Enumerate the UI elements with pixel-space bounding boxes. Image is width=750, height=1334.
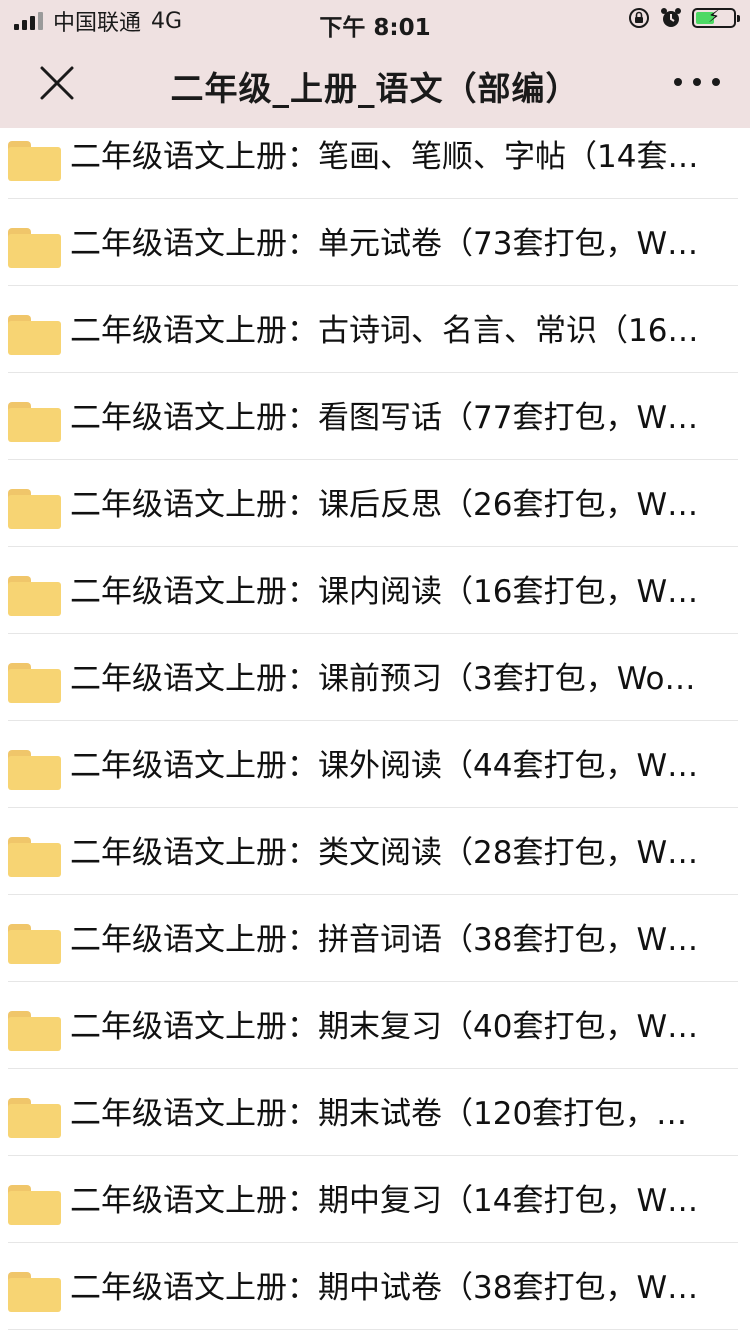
folder-name: 二年级语文上册：期中试卷（38套打包，W…: [70, 1270, 699, 1306]
folder-icon: [8, 141, 61, 181]
folder-icon: [8, 228, 61, 268]
folder-row[interactable]: 二年级语文上册：类文阅读（28套打包，W…: [8, 808, 738, 895]
folder-row[interactable]: 二年级语文上册：期中试卷（38套打包，W…: [8, 1243, 738, 1330]
folder-row[interactable]: 二年级语文上册：期中复习（14套打包，W…: [8, 1156, 738, 1243]
folder-row[interactable]: 二年级语文上册：看图写话（77套打包，W…: [8, 373, 738, 460]
folder-row[interactable]: 二年级语文上册：单元试卷（73套打包，W…: [8, 199, 738, 286]
folder-list: 二年级语文上册：笔画、笔顺、字帖（14套… 二年级语文上册：单元试卷（73套打包…: [0, 112, 750, 1330]
folder-icon: [8, 1011, 61, 1051]
folder-icon: [8, 663, 61, 703]
folder-icon: [8, 1272, 61, 1312]
folder-icon: [8, 1098, 61, 1138]
folder-icon: [8, 1185, 61, 1225]
folder-name: 二年级语文上册：单元试卷（73套打包，W…: [70, 226, 699, 262]
folder-row[interactable]: 二年级语文上册：期末复习（40套打包，W…: [8, 982, 738, 1069]
folder-row[interactable]: 二年级语文上册：拼音词语（38套打包，W…: [8, 895, 738, 982]
folder-icon: [8, 489, 61, 529]
folder-icon: [8, 402, 61, 442]
alarm-icon: [661, 8, 681, 27]
close-icon: [40, 66, 74, 100]
folder-icon: [8, 837, 61, 877]
folder-name: 二年级语文上册：期末复习（40套打包，W…: [70, 1009, 699, 1045]
more-options-button[interactable]: [674, 64, 720, 100]
more-dot-icon: [693, 78, 701, 86]
folder-icon: [8, 924, 61, 964]
more-dot-icon: [712, 78, 720, 86]
folder-row[interactable]: 二年级语文上册：课前预习（3套打包，Wo…: [8, 634, 738, 721]
folder-name: 二年级语文上册：类文阅读（28套打包，W…: [70, 835, 699, 871]
folder-name: 二年级语文上册：看图写话（77套打包，W…: [70, 400, 699, 436]
status-right: ⚡: [628, 7, 740, 29]
more-dot-icon: [674, 78, 682, 86]
folder-row[interactable]: 二年级语文上册：课外阅读（44套打包，W…: [8, 721, 738, 808]
folder-name: 二年级语文上册：期中复习（14套打包，W…: [70, 1183, 699, 1219]
folder-row[interactable]: 二年级语文上册：期末试卷（120套打包，…: [8, 1069, 738, 1156]
folder-name: 二年级语文上册：笔画、笔顺、字帖（14套…: [70, 139, 699, 175]
folder-name: 二年级语文上册：课外阅读（44套打包，W…: [70, 748, 699, 784]
folder-icon: [8, 576, 61, 616]
folder-name: 二年级语文上册：古诗词、名言、常识（16…: [70, 313, 699, 349]
page-title: 二年级_上册_语文（部编）: [170, 69, 580, 108]
folder-row[interactable]: 二年级语文上册：笔画、笔顺、字帖（14套…: [8, 112, 738, 199]
folder-row[interactable]: 二年级语文上册：课后反思（26套打包，W…: [8, 460, 738, 547]
folder-icon: [8, 750, 61, 790]
folder-row[interactable]: 二年级语文上册：课内阅读（16套打包，W…: [8, 547, 738, 634]
folder-name: 二年级语文上册：课内阅读（16套打包，W…: [70, 574, 699, 610]
close-button[interactable]: [32, 58, 82, 108]
folder-icon: [8, 315, 61, 355]
status-bar: 中国联通 4G 下午 8:01 ⚡: [0, 0, 750, 41]
folder-name: 二年级语文上册：期末试卷（120套打包，…: [70, 1096, 688, 1132]
folder-row[interactable]: 二年级语文上册：古诗词、名言、常识（16…: [8, 286, 738, 373]
orientation-lock-icon: [629, 8, 649, 28]
battery-icon: ⚡: [692, 7, 740, 28]
folder-name: 二年级语文上册：拼音词语（38套打包，W…: [70, 922, 699, 958]
folder-name: 二年级语文上册：课后反思（26套打包，W…: [70, 487, 699, 523]
folder-name: 二年级语文上册：课前预习（3套打包，Wo…: [70, 661, 696, 697]
